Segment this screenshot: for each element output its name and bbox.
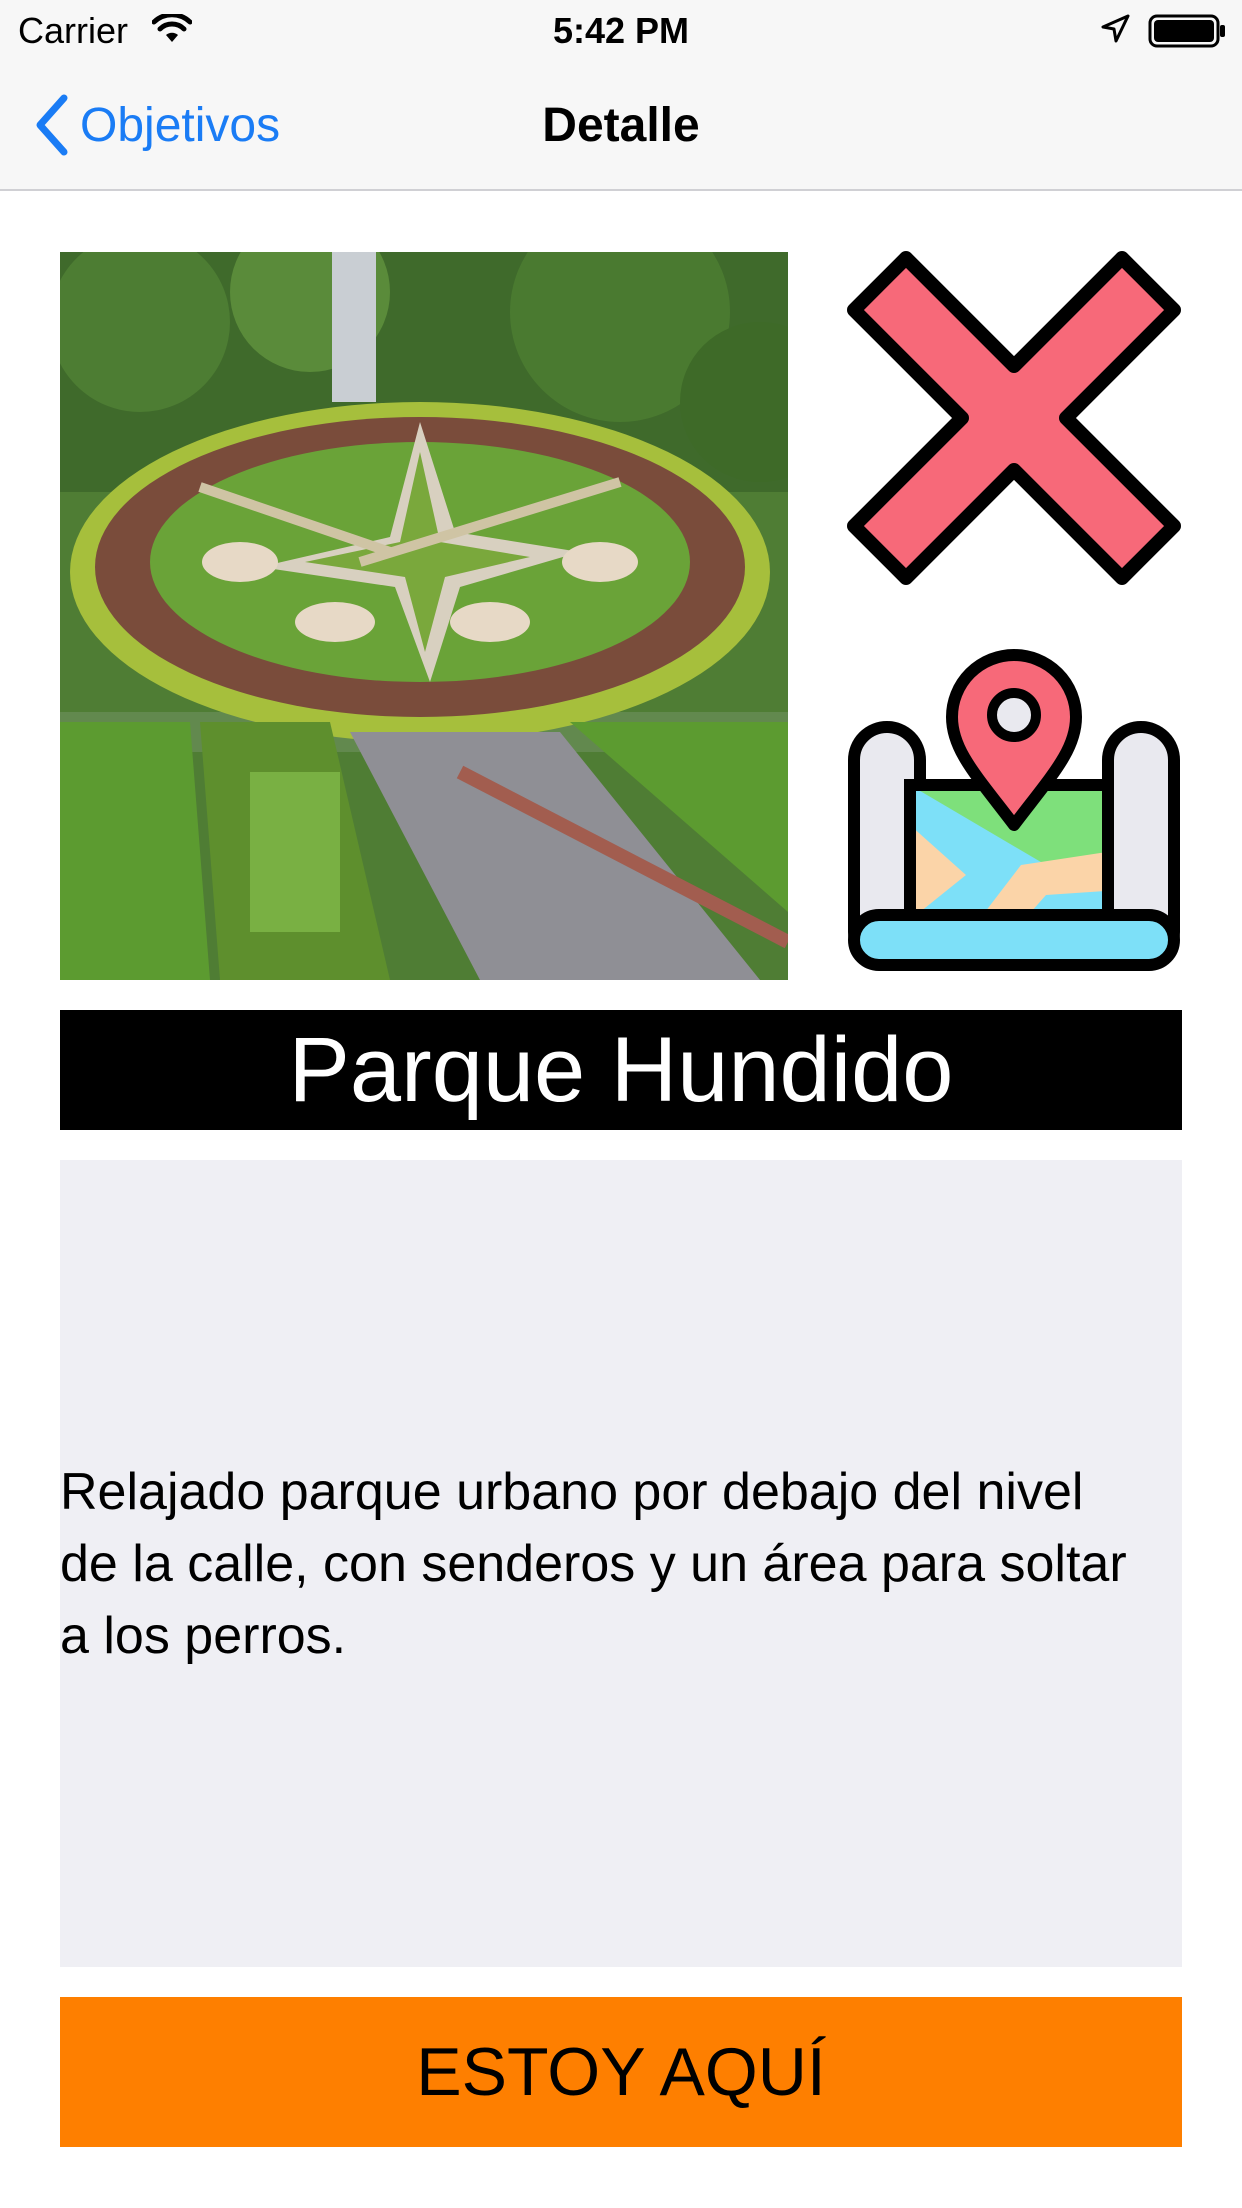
- location-arrow-icon: [1101, 14, 1130, 43]
- battery-icon: [1148, 14, 1225, 48]
- status-time: 5:42 PM: [552, 10, 690, 51]
- close-icon[interactable]: [846, 250, 1182, 586]
- place-description-box: Relajado parque urbano por debajo del ni…: [60, 1160, 1182, 1967]
- map-pin-icon[interactable]: [846, 645, 1182, 981]
- navigation-bar: Objetivos Detalle: [0, 60, 1242, 191]
- place-description: Relajado parque urbano por debajo del ni…: [60, 1462, 1127, 1665]
- im-here-button[interactable]: ESTOY AQUÍ: [60, 1997, 1182, 2147]
- status-bar: Carrier 5:42 PM: [0, 0, 1242, 60]
- page-title: Detalle: [542, 99, 700, 152]
- place-name: Parque Hundido: [60, 1010, 1182, 1130]
- park-photo: [60, 252, 788, 980]
